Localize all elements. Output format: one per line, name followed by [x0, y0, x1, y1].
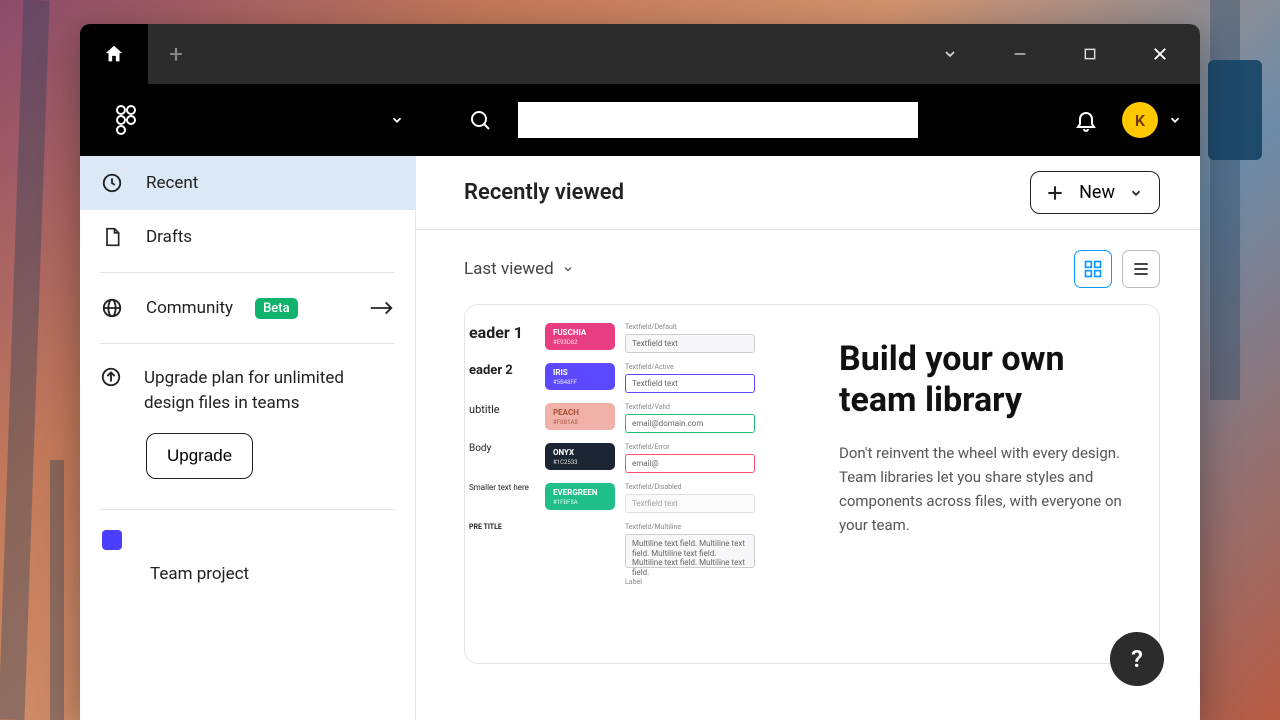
home-icon — [103, 43, 125, 65]
color-chip: EVERGREEN#1FBF8A — [545, 483, 615, 510]
divider — [100, 343, 395, 344]
divider — [100, 272, 395, 273]
mock-textfield: Label — [625, 578, 793, 589]
chevron-down-icon — [1168, 113, 1182, 127]
controls-row: Last viewed — [416, 230, 1200, 304]
app-window: + — [80, 24, 1200, 720]
search-wrap — [468, 102, 918, 138]
window-minimize-button[interactable] — [998, 32, 1042, 76]
window-close-button[interactable] — [1138, 32, 1182, 76]
plus-icon: + — [169, 40, 183, 68]
card-description: Don't reinvent the wheel with every desi… — [839, 441, 1125, 537]
sidebar: Recent Drafts Community Beta — [80, 156, 416, 720]
mock-text: PRE TITLE — [465, 523, 535, 531]
color-chip: PEACH#F0B1A8 — [545, 403, 615, 430]
sidebar-item-label: Community — [146, 298, 233, 318]
mock-textfield: Textfield/Erroremail@ — [625, 443, 793, 473]
help-button[interactable]: ? — [1110, 632, 1164, 686]
upgrade-button[interactable]: Upgrade — [146, 433, 253, 479]
chevron-down-icon — [390, 113, 404, 127]
maximize-icon — [1083, 47, 1097, 61]
bell-icon — [1074, 108, 1098, 132]
new-button[interactable]: New — [1030, 171, 1160, 214]
figma-logo-icon — [116, 105, 136, 135]
mock-textfield: Textfield/ActiveTextfield text — [625, 363, 793, 393]
mock-text: ubtitle — [465, 403, 535, 416]
chevron-down-icon — [1129, 186, 1143, 200]
titlebar: + — [80, 24, 1200, 84]
arrow-right-icon — [369, 299, 395, 317]
main-header: Recently viewed New — [416, 156, 1200, 230]
color-chip: FUSCHIA#E93D82 — [545, 323, 615, 350]
sidebar-item-recent[interactable]: Recent — [80, 156, 415, 210]
search-input[interactable] — [518, 102, 918, 138]
team-project-link[interactable]: Team project — [80, 554, 415, 590]
header-right: K — [1074, 102, 1182, 138]
plus-icon — [1045, 183, 1065, 203]
divider — [100, 509, 395, 510]
team-color-swatch[interactable] — [102, 530, 122, 550]
sidebar-item-label: Drafts — [146, 227, 192, 247]
page-title: Recently viewed — [464, 180, 624, 205]
new-button-label: New — [1079, 182, 1115, 203]
sort-label: Last viewed — [464, 259, 554, 279]
sidebar-item-label: Recent — [146, 173, 198, 193]
window-controls — [928, 32, 1182, 76]
color-chip: ONYX#1C2533 — [545, 443, 615, 470]
chevron-down-icon — [562, 263, 574, 275]
mock-textfield: Textfield/DisabledTextfield text — [625, 483, 793, 513]
grid-view-button[interactable] — [1074, 250, 1112, 288]
sidebar-item-community[interactable]: Community Beta — [80, 281, 415, 335]
color-chip: IRIS#5B48FF — [545, 363, 615, 390]
home-tab[interactable] — [80, 24, 148, 84]
add-tab-button[interactable]: + — [148, 40, 204, 68]
app-header: K — [80, 84, 1200, 156]
mock-textfield: Textfield/MultilineMultiline text field.… — [625, 523, 793, 568]
workspace-switcher[interactable] — [390, 113, 404, 127]
beta-badge: Beta — [255, 298, 298, 319]
list-view-button[interactable] — [1122, 250, 1160, 288]
help-icon: ? — [1131, 645, 1143, 673]
mock-textfield: Textfield/DefaultTextfield text — [625, 323, 793, 353]
card-heading: Build your own team library — [839, 339, 1125, 421]
upgrade-callout: Upgrade plan for unlimited design files … — [80, 352, 415, 501]
upgrade-text: Upgrade plan for unlimited design files … — [144, 366, 395, 415]
window-maximize-button[interactable] — [1068, 32, 1112, 76]
notifications-button[interactable] — [1074, 108, 1098, 132]
upload-icon — [100, 366, 122, 388]
mock-text: eader 1 — [465, 323, 535, 342]
window-menu-button[interactable] — [928, 32, 972, 76]
document-icon — [100, 226, 124, 248]
chevron-down-icon — [942, 46, 958, 62]
view-toggle — [1074, 250, 1160, 288]
mock-text: Body — [465, 443, 535, 454]
sort-dropdown[interactable]: Last viewed — [464, 259, 574, 279]
globe-icon — [100, 297, 124, 319]
account-menu[interactable]: K — [1122, 102, 1182, 138]
mock-textfield: Textfield/Validemail@domain.com — [625, 403, 793, 433]
avatar: K — [1122, 102, 1158, 138]
sidebar-item-drafts[interactable]: Drafts — [80, 210, 415, 264]
mock-text: eader 2 — [465, 363, 535, 378]
team-library-card[interactable]: eader 1 FUSCHIA#E93D82 Textfield/Default… — [464, 304, 1160, 664]
figma-logo[interactable] — [102, 105, 150, 135]
grid-icon — [1083, 259, 1103, 279]
search-icon — [468, 108, 492, 132]
close-icon — [1151, 45, 1169, 63]
app-body: Recent Drafts Community Beta — [80, 156, 1200, 720]
list-icon — [1131, 259, 1151, 279]
card-preview: eader 1 FUSCHIA#E93D82 Textfield/Default… — [465, 305, 805, 663]
mock-text: Smaller text here — [465, 483, 535, 492]
card-body: Build your own team library Don't reinve… — [805, 305, 1159, 663]
minimize-icon — [1012, 46, 1028, 62]
main-content: Recently viewed New Last viewed — [416, 156, 1200, 720]
clock-icon — [100, 172, 124, 194]
